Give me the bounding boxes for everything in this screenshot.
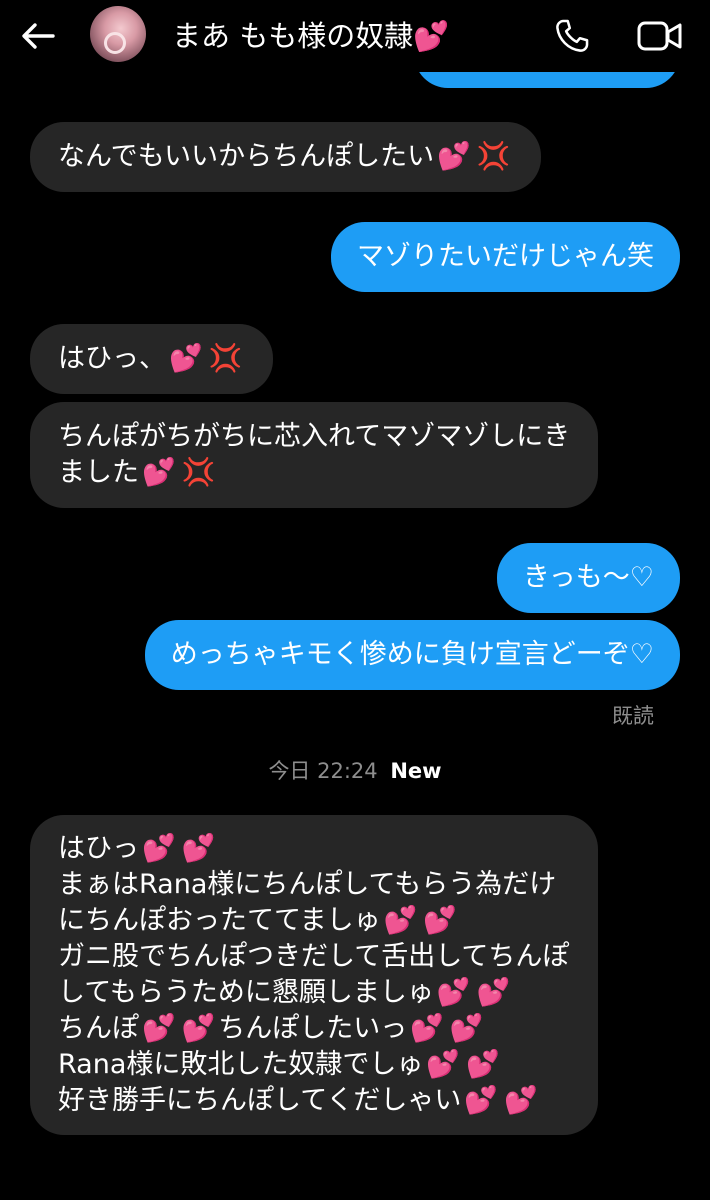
message-line: はひっ 💕 💕: [58, 831, 570, 867]
phone-icon: [556, 19, 589, 52]
emoji-heart: 💕: [181, 1013, 216, 1044]
video-camera-icon: [637, 21, 682, 51]
message-text: めっちゃキモく惨めに負け宣言どーぞ♡: [170, 639, 654, 670]
message-line: ちんぽ 💕 💕 ちんぽしたいっ 💕 💕: [58, 1011, 570, 1047]
message-sent[interactable]: きっも〜♡: [496, 543, 680, 613]
video-call-button[interactable]: [634, 14, 686, 58]
emoji-heart: 💕: [181, 833, 216, 864]
emoji-heart: 💕: [437, 141, 471, 172]
emoji-heart: 💕: [476, 977, 511, 1008]
contact-name[interactable]: まあ もも様の奴隷💕: [172, 16, 449, 56]
emoji-anger: 💢: [181, 457, 216, 488]
message-line-text: してもらうために懇願しましゅ: [58, 977, 434, 1008]
message-line: Rana様に敗北した奴隷でしゅ 💕 💕: [58, 1047, 570, 1083]
divider-date: 今日: [268, 759, 311, 783]
message-line-text: 好き勝手にちんぽしてくだしゃい: [58, 1085, 462, 1116]
emoji-anger: 💢: [208, 343, 243, 374]
message-line-text: にちんぽおったててましゅ: [58, 905, 381, 936]
message-sent[interactable]: マゾりたいだけじゃん笑: [331, 222, 680, 292]
back-arrow-icon: [22, 23, 55, 49]
message-text: マゾりたいだけじゃん笑: [357, 241, 654, 272]
message-received[interactable]: ちんぽがちがちに芯入れてマゾマゾしにき ました 💕 💢: [30, 402, 598, 508]
divider-time: 22:24: [317, 759, 378, 783]
call-button[interactable]: [550, 14, 594, 58]
message-line: まぁはRana様にちんぽしてもらう為だけ: [58, 869, 557, 900]
name-emoji: 💕: [413, 19, 450, 53]
message-received[interactable]: なんでもいいからちんぽしたい 💕 💢: [30, 122, 542, 192]
message-sent[interactable]: めっちゃキモく惨めに負け宣言どーぞ♡: [144, 620, 680, 690]
message-line: してもらうために懇願しましゅ 💕 💕: [58, 975, 570, 1011]
emoji-heart: 💕: [426, 1049, 460, 1080]
read-receipt: 既読: [612, 704, 654, 728]
emoji-anger: 💢: [476, 141, 511, 172]
avatar[interactable]: [90, 6, 146, 62]
message-text: きっも〜♡: [522, 562, 654, 593]
emoji-heart: 💕: [383, 905, 418, 936]
message-line: ちんぽがちがちに芯入れてマゾマゾしにき: [58, 421, 571, 452]
message-text: はひっ、: [58, 343, 166, 374]
message-text: なんでもいいからちんぽしたい: [58, 141, 435, 172]
emoji-heart: 💕: [504, 1085, 538, 1116]
back-button[interactable]: [18, 16, 58, 56]
message-line-text: Rana様に敗北した奴隷でしゅ: [58, 1049, 424, 1080]
message-line-text: ちんぽしたいっ: [218, 1013, 408, 1044]
emoji-heart: 💕: [142, 457, 176, 488]
emoji-heart: 💕: [142, 833, 176, 864]
message-line-text: ました: [58, 457, 139, 488]
message-received[interactable]: はひっ 💕 💕 まぁはRana様にちんぽしてもらう為だけ にちんぽおったててましゅ 💕…: [30, 815, 598, 1135]
emoji-heart: 💕: [410, 1013, 444, 1044]
message-received[interactable]: はひっ、 💕 💢: [30, 324, 274, 394]
emoji-heart: 💕: [436, 977, 471, 1008]
emoji-heart: 💕: [142, 1013, 176, 1044]
date-divider: 今日 22:24 New: [0, 757, 710, 785]
contact-name-text: まあ もも様の奴隷: [172, 19, 414, 53]
message-line: ガニ股でちんぽつきだして舌出してちんぽ: [58, 941, 570, 972]
chat-header: まあ もも様の奴隷💕: [0, 0, 710, 72]
message-line: 好き勝手にちんぽしてくだしゃい 💕 💕: [58, 1083, 570, 1119]
emoji-heart: 💕: [423, 905, 457, 936]
new-badge: New: [390, 759, 442, 783]
emoji-heart: 💕: [449, 1013, 484, 1044]
message-line-text: はひっ: [58, 833, 139, 864]
emoji-heart: 💕: [466, 1049, 500, 1080]
emoji-heart: 💕: [464, 1085, 499, 1116]
message-line: にちんぽおったててましゅ 💕 💕: [58, 903, 570, 939]
message-line-with-emoji: ました 💕 💢: [58, 455, 570, 491]
message-line-text: ちんぽ: [58, 1013, 139, 1044]
emoji-heart: 💕: [169, 343, 203, 374]
